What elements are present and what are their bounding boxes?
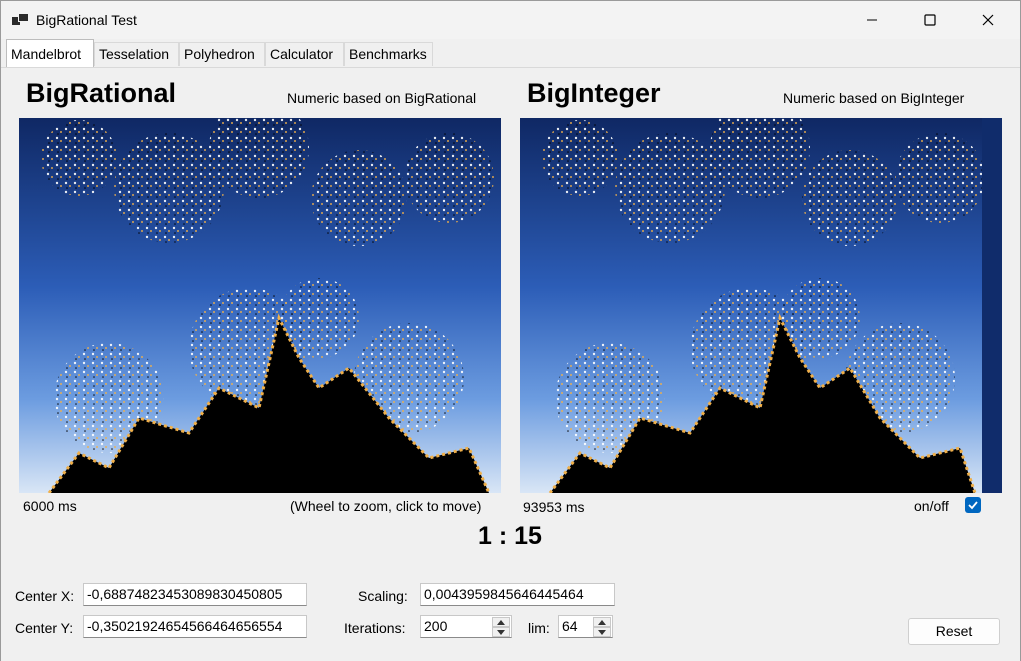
scaling-label: Scaling:: [358, 588, 408, 604]
left-mandelbrot-image: [19, 118, 501, 493]
tab-calculator[interactable]: Calculator: [265, 42, 344, 66]
speed-ratio: 1 : 15: [478, 522, 542, 550]
maximize-button[interactable]: [901, 1, 959, 39]
right-mandelbrot-canvas[interactable]: [520, 118, 1002, 493]
spin-up-icon[interactable]: [593, 617, 611, 627]
minimize-icon: [867, 19, 877, 21]
close-button[interactable]: [959, 1, 1017, 39]
close-icon: [982, 14, 994, 26]
app-icon: [12, 12, 29, 28]
right-panel-subtitle: Numeric based on BigInteger: [783, 90, 965, 106]
spin-down-icon[interactable]: [593, 627, 611, 637]
iterations-stepper[interactable]: 200: [420, 615, 512, 638]
right-mandelbrot-image: [520, 118, 985, 493]
tab-tesselation[interactable]: Tesselation: [94, 42, 179, 66]
center-x-label: Center X:: [15, 588, 75, 604]
left-panel-subtitle: Numeric based on BigRational: [287, 90, 477, 106]
window-title: BigRational Test: [36, 12, 137, 28]
reset-button[interactable]: Reset: [908, 618, 1000, 645]
center-y-input[interactable]: -0,350219246545664646565​54: [83, 615, 307, 638]
tab-polyhedron[interactable]: Polyhedron: [179, 42, 265, 66]
zoom-hint: (Wheel to zoom, click to move): [290, 498, 482, 514]
minimize-button[interactable]: [843, 1, 901, 39]
center-y-label: Center Y:: [15, 620, 74, 636]
spin-down-icon[interactable]: [492, 627, 510, 637]
right-panel-title: BigInteger: [527, 78, 661, 108]
iterations-label: Iterations:: [344, 620, 406, 636]
toggle-checkbox[interactable]: [965, 497, 981, 513]
maximize-icon: [924, 14, 936, 26]
lim-label: lim:: [528, 620, 550, 636]
center-x-input[interactable]: -0,688748234530898304508​05: [83, 583, 307, 606]
tab-benchmarks[interactable]: Benchmarks: [344, 42, 433, 66]
lim-value: 64: [562, 618, 578, 634]
spin-up-icon[interactable]: [492, 617, 510, 627]
iterations-value: 200: [424, 618, 448, 634]
checkmark-icon: [968, 501, 978, 510]
left-panel-title: BigRational: [26, 78, 177, 108]
scaling-input[interactable]: 0,0043959845646445464: [420, 583, 615, 606]
toggle-label: on/off: [914, 498, 949, 514]
lim-spin[interactable]: [593, 617, 611, 638]
iterations-spin[interactable]: [492, 617, 510, 638]
tab-mandelbrot[interactable]: Mandelbrot: [6, 39, 94, 67]
lim-stepper[interactable]: 64: [558, 615, 613, 638]
right-time-label: 93953 ms: [523, 499, 585, 515]
left-mandelbrot-canvas[interactable]: [19, 118, 501, 493]
left-time-label: 6000 ms: [23, 498, 77, 514]
title-bar: BigRational Test: [1, 1, 1020, 39]
